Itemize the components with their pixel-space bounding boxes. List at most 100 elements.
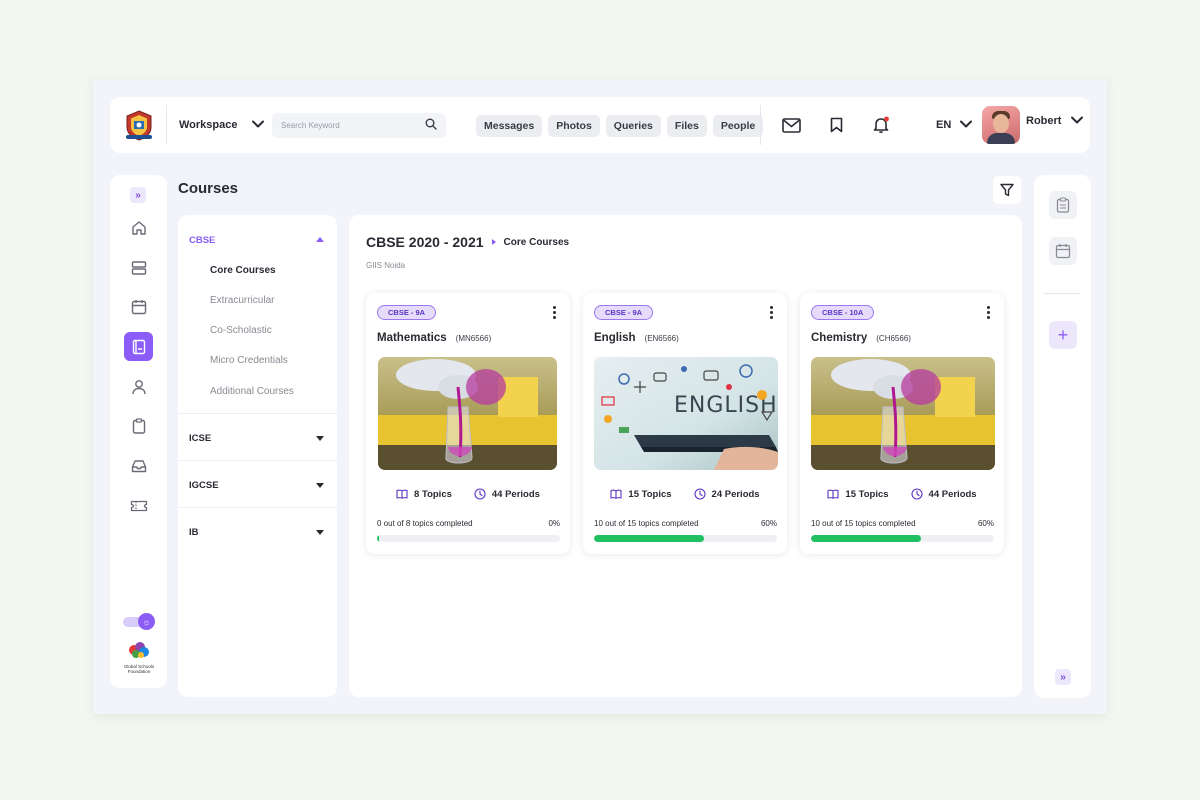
course-title: English (EN6566) — [594, 332, 679, 344]
section-icse[interactable]: ICSE — [189, 433, 211, 444]
course-title: Chemistry (CH6566) — [811, 332, 911, 344]
divider — [178, 413, 337, 414]
class-badge: CBSE - 9A — [377, 305, 437, 320]
bell-icon[interactable] — [871, 115, 891, 135]
book-icon — [396, 489, 408, 499]
progress-text: 10 out of 15 topics completed — [594, 519, 699, 528]
workspace-dropdown[interactable]: Workspace — [179, 97, 264, 153]
add-button[interactable]: + — [1049, 321, 1077, 349]
home-icon[interactable] — [124, 213, 153, 242]
expand-sidebar-button[interactable]: » — [130, 187, 146, 203]
course-code: (EN6566) — [644, 334, 679, 343]
chevron-down-icon — [960, 119, 973, 131]
curriculum-item-co-scholastic[interactable]: Co-Scholastic — [210, 325, 272, 336]
course-card-english[interactable]: CBSE - 9A English (EN6566) ENGLISH 15 To… — [583, 293, 787, 554]
book-icon — [610, 489, 622, 499]
course-stats: 15 Topics 24 Periods — [583, 488, 787, 500]
expand-right-panel-button[interactable]: » — [1055, 669, 1071, 685]
caret-down-icon[interactable] — [316, 483, 324, 488]
caret-down-icon[interactable] — [316, 436, 324, 441]
filter-button[interactable] — [993, 176, 1021, 204]
progress-bar — [811, 535, 994, 542]
class-badge: CBSE - 9A — [594, 305, 654, 320]
ticket-icon[interactable] — [124, 491, 153, 520]
section-cbse[interactable]: CBSE — [189, 235, 215, 246]
progress-percent: 0% — [548, 519, 560, 528]
chip-queries[interactable]: Queries — [605, 115, 661, 137]
caret-down-icon[interactable] — [316, 530, 324, 535]
more-options-icon[interactable] — [770, 306, 773, 319]
user-menu[interactable]: Robert — [1026, 93, 1084, 149]
plus-icon: + — [1057, 324, 1069, 345]
chevron-down-icon — [1071, 115, 1084, 127]
class-badge: CBSE - 10A — [811, 305, 875, 320]
search-box — [272, 113, 446, 138]
calendar-icon[interactable] — [124, 292, 153, 321]
progress-bar — [594, 535, 777, 542]
theme-toggle[interactable]: ☼ — [123, 613, 155, 630]
app-frame: Workspace Messages Photos Queries Files … — [93, 80, 1107, 714]
course-stats: 15 Topics 44 Periods — [800, 488, 1004, 500]
topics-count: 8 Topics — [414, 488, 452, 500]
course-image — [811, 357, 995, 470]
school-name: GIIS Noida — [366, 261, 406, 270]
search-icon[interactable] — [425, 117, 437, 135]
curriculum-item-extracurricular[interactable]: Extracurricular — [210, 295, 274, 306]
notebook-icon[interactable] — [124, 332, 153, 361]
language-selector[interactable]: EN — [936, 97, 973, 153]
bookmark-icon[interactable] — [826, 115, 846, 135]
workspace-label: Workspace — [179, 119, 238, 131]
progress-label: 10 out of 15 topics completed 60% — [811, 519, 994, 528]
divider — [178, 460, 337, 461]
progress-fill — [811, 535, 921, 542]
mail-icon[interactable] — [781, 115, 801, 135]
top-bar: Workspace Messages Photos Queries Files … — [110, 97, 1090, 153]
divider — [178, 507, 337, 508]
chip-messages[interactable]: Messages — [476, 115, 543, 137]
avatar[interactable] — [982, 106, 1020, 144]
school-logo[interactable] — [124, 109, 154, 141]
topics-stat: 8 Topics — [396, 488, 452, 500]
periods-stat: 44 Periods — [910, 488, 977, 500]
course-image — [378, 357, 557, 470]
chip-photos[interactable]: Photos — [548, 115, 600, 137]
chip-people[interactable]: People — [712, 115, 764, 137]
more-options-icon[interactable] — [553, 306, 556, 319]
course-card-chemistry[interactable]: CBSE - 10A Chemistry (CH6566) 15 Topics … — [800, 293, 1004, 554]
curriculum-item-core-courses[interactable]: Core Courses — [210, 265, 276, 276]
curriculum-item-micro-credentials[interactable]: Micro Credentials — [210, 355, 288, 366]
progress-label: 0 out of 8 topics completed 0% — [377, 519, 560, 528]
clipboard-icon[interactable] — [124, 411, 153, 440]
clock-icon — [910, 488, 923, 500]
breadcrumb-current[interactable]: Core Courses — [504, 237, 570, 248]
filter-icon — [1000, 183, 1014, 197]
topics-stat: 15 Topics — [827, 488, 889, 500]
calendar-icon[interactable] — [1049, 237, 1077, 265]
sun-icon: ☼ — [138, 613, 155, 630]
section-igcse[interactable]: IGCSE — [189, 480, 219, 491]
search-input[interactable] — [281, 121, 411, 130]
clock-icon — [693, 488, 706, 500]
progress-percent: 60% — [977, 519, 994, 528]
course-card-mathematics[interactable]: CBSE - 9A Mathematics (MN6566) 8 Topics … — [366, 293, 570, 554]
layers-icon[interactable] — [124, 253, 153, 282]
language-label: EN — [936, 119, 952, 131]
clipboard-icon[interactable] — [1049, 191, 1077, 219]
chip-files[interactable]: Files — [666, 115, 707, 137]
periods-count: 24 Periods — [711, 488, 760, 500]
curriculum-item-additional-courses[interactable]: Additional Courses — [210, 386, 294, 397]
section-ib[interactable]: IB — [189, 527, 199, 538]
user-icon[interactable] — [124, 372, 153, 401]
more-options-icon[interactable] — [987, 306, 990, 319]
progress-bar — [377, 535, 560, 542]
course-name: English — [594, 332, 636, 344]
periods-count: 44 Periods — [928, 488, 977, 500]
course-name: Mathematics — [377, 332, 447, 344]
inbox-icon[interactable] — [124, 451, 153, 480]
caret-up-icon[interactable] — [316, 237, 324, 242]
right-tools-rail: + » — [1034, 175, 1091, 698]
curriculum-panel: CBSE Core Courses Extracurricular Co-Sch… — [178, 215, 337, 697]
periods-count: 44 Periods — [491, 488, 540, 500]
divider — [1044, 293, 1081, 294]
course-title: Mathematics (MN6566) — [377, 332, 491, 344]
